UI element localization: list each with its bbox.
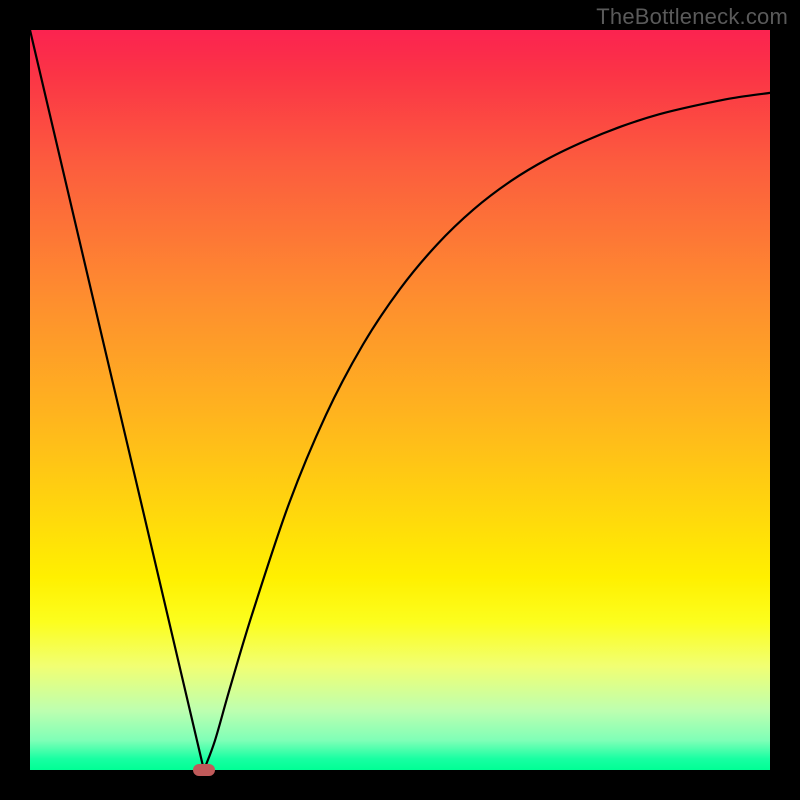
optimal-point-marker	[193, 764, 215, 776]
curve-svg	[30, 30, 770, 770]
chart-frame: TheBottleneck.com	[0, 0, 800, 800]
plot-area	[30, 30, 770, 770]
watermark-text: TheBottleneck.com	[596, 4, 788, 30]
bottleneck-curve	[30, 30, 770, 770]
